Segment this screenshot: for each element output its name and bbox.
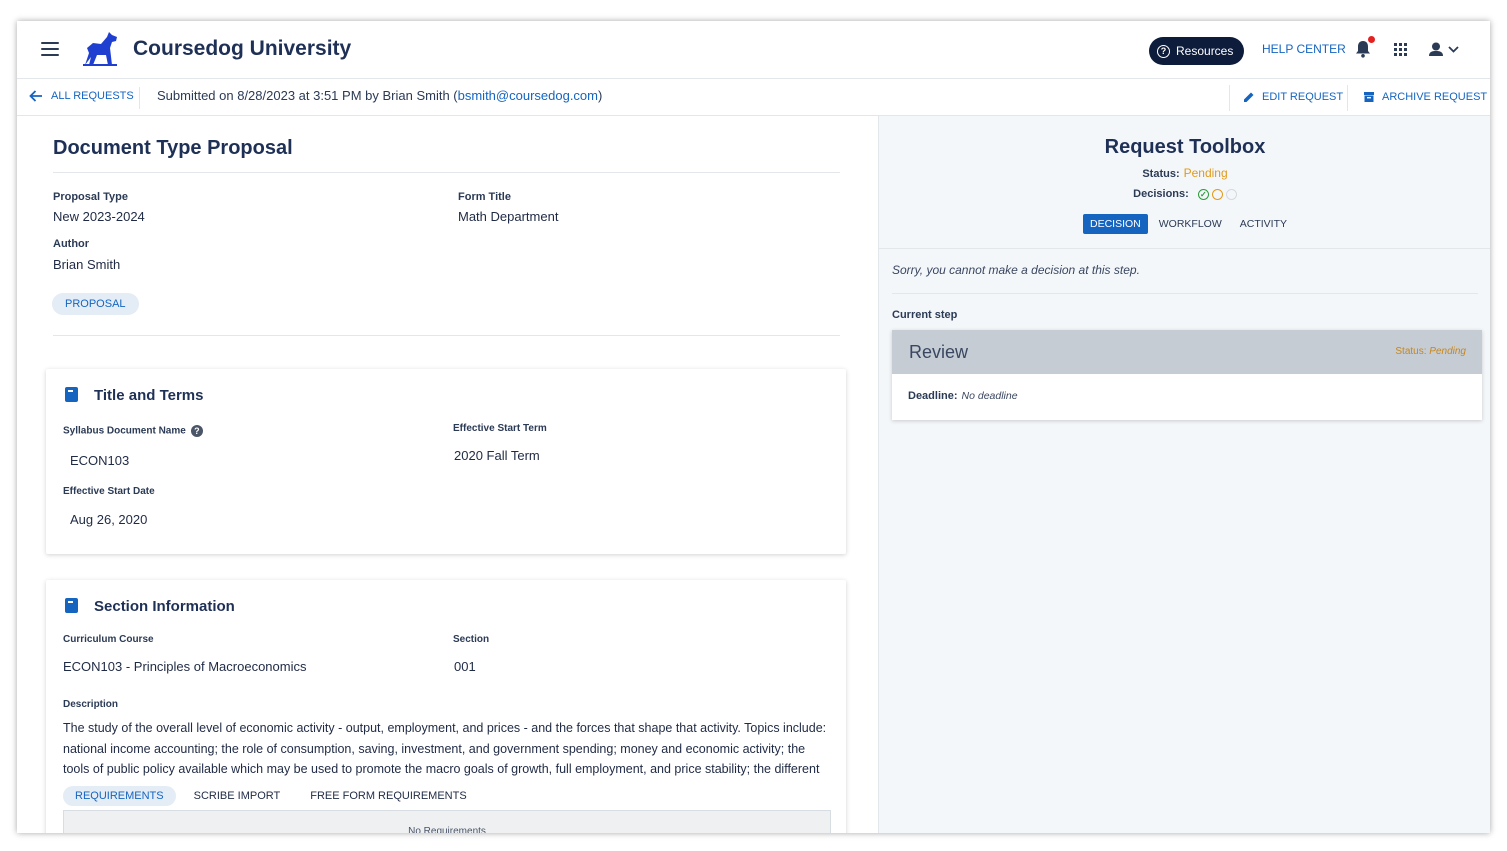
pencil-icon	[1244, 92, 1254, 102]
dog-logo-icon[interactable]	[79, 31, 121, 67]
syllabus-document-name-label: Syllabus Document Name?	[63, 425, 203, 437]
author-value: Brian Smith	[53, 257, 121, 272]
field-label-text: Syllabus Document Name	[63, 425, 186, 437]
book-icon	[65, 387, 78, 402]
all-requests-label: ALL REQUESTS	[51, 90, 134, 102]
bell-icon	[1356, 41, 1370, 58]
divider	[892, 293, 1478, 294]
effective-start-date-label: Effective Start Date	[63, 486, 155, 497]
divider	[1347, 85, 1348, 111]
curriculum-course-value: ECON103 - Principles of Macroeconomics	[63, 659, 307, 674]
curriculum-course-label: Curriculum Course	[63, 634, 154, 645]
proposal-tag: PROPOSAL	[52, 293, 139, 315]
resources-label: Resources	[1176, 44, 1234, 58]
question-icon: ?	[1157, 44, 1170, 58]
step-header: Review Status: Pending	[892, 330, 1482, 374]
tab-requirements[interactable]: REQUIREMENTS	[63, 786, 176, 806]
no-requirements-panel: No Requirements	[63, 810, 831, 833]
deadline-value: No deadline	[961, 390, 1018, 402]
app-window: Coursedog University ? Resources HELP CE…	[17, 21, 1490, 833]
arrow-left-icon	[29, 90, 42, 102]
step-name: Review	[909, 342, 969, 362]
step-status-value: Pending	[1429, 346, 1466, 357]
divider	[53, 335, 840, 336]
apps-grid-icon[interactable]	[1394, 43, 1407, 56]
submission-text: Submitted on 8/28/2023 at 3:51 PM by Bri…	[157, 88, 458, 103]
section-label: Section	[453, 634, 490, 645]
proposal-pane: Document Type Proposal Proposal Type New…	[17, 116, 878, 833]
status-row: Status: Pending	[879, 166, 1490, 180]
menu-icon[interactable]	[41, 42, 59, 56]
archive-icon	[1364, 92, 1374, 102]
request-subbar: ALL REQUESTS Submitted on 8/28/2023 at 3…	[17, 79, 1490, 116]
status-value: Pending	[1183, 166, 1228, 180]
deadline-label: Deadline:	[908, 390, 958, 402]
decision-message: Sorry, you cannot make a decision at thi…	[892, 263, 1140, 277]
effective-start-term-label: Effective Start Term	[453, 423, 547, 434]
proposal-type-value: New 2023-2024	[53, 209, 145, 224]
effective-start-date-value: Aug 26, 2020	[70, 512, 148, 527]
brand-name: Coursedog University	[133, 37, 352, 60]
submitter-email-link[interactable]: bsmith@coursedog.com	[458, 88, 598, 103]
current-step-card: Review Status: Pending Deadline: No deadl…	[892, 330, 1482, 420]
page-title: Document Type Proposal	[53, 137, 293, 159]
all-requests-link[interactable]: ALL REQUESTS	[29, 90, 134, 102]
form-title-value: Math Department	[458, 209, 559, 224]
help-center-link[interactable]: HELP CENTER	[1262, 42, 1346, 56]
book-icon	[65, 598, 78, 613]
toolbox-title: Request Toolbox	[1104, 136, 1266, 158]
tab-scribe-import[interactable]: SCRIBE IMPORT	[182, 786, 293, 806]
submission-suffix: )	[598, 88, 603, 103]
user-menu-icon[interactable]	[1429, 42, 1463, 58]
approved-check-icon: ✓	[1197, 188, 1209, 200]
divider	[139, 87, 140, 109]
pending-circle-icon	[1211, 188, 1223, 200]
title-and-terms-card: Title and Terms Syllabus Document Name? …	[46, 369, 846, 554]
tab-activity[interactable]: ACTIVITY	[1233, 214, 1294, 234]
edit-request-label: EDIT REQUEST	[1262, 91, 1344, 103]
description-value: The study of the overall level of econom…	[63, 721, 827, 776]
notifications-button[interactable]	[1355, 36, 1375, 58]
top-bar: Coursedog University ? Resources HELP CE…	[17, 21, 1490, 79]
divider	[53, 172, 840, 173]
card-title: Section Information	[94, 598, 235, 615]
proposal-type-label: Proposal Type	[53, 191, 128, 203]
form-title-label: Form Title	[458, 191, 511, 203]
decisions-label: Decisions:	[1133, 188, 1189, 200]
toolbox-tabs: DECISION WORKFLOW ACTIVITY	[1083, 214, 1294, 234]
section-value: 001	[454, 659, 476, 674]
deadline-row: Deadline: No deadline	[908, 390, 1018, 402]
divider	[879, 248, 1490, 249]
effective-start-term-value: 2020 Fall Term	[454, 448, 540, 463]
archive-request-label: ARCHIVE REQUEST	[1382, 91, 1488, 103]
empty-circle-icon	[1225, 188, 1237, 200]
notification-dot	[1368, 36, 1375, 43]
submission-info: Submitted on 8/28/2023 at 3:51 PM by Bri…	[157, 88, 602, 103]
section-information-card: Section Information Curriculum Course EC…	[46, 580, 846, 833]
current-step-label: Current step	[892, 309, 958, 321]
archive-request-button[interactable]: ARCHIVE REQUEST	[1363, 91, 1487, 103]
request-toolbox-pane: Request Toolbox Status: Pending Decisions…	[878, 116, 1490, 833]
card-title: Title and Terms	[94, 387, 204, 404]
resources-button[interactable]: ? Resources	[1149, 37, 1244, 65]
author-label: Author	[53, 238, 90, 250]
status-label: Status:	[1142, 168, 1180, 180]
decisions-row: Decisions: ✓	[879, 188, 1490, 200]
edit-request-button[interactable]: EDIT REQUEST	[1243, 91, 1343, 103]
tab-free-form-requirements[interactable]: FREE FORM REQUIREMENTS	[298, 786, 478, 806]
step-status: Status: Pending	[1395, 346, 1466, 357]
help-icon[interactable]: ?	[190, 425, 203, 437]
requirements-tabs: REQUIREMENTS SCRIBE IMPORT FREE FORM REQ…	[63, 786, 479, 806]
tab-decision[interactable]: DECISION	[1083, 214, 1148, 234]
description-label: Description	[63, 699, 119, 710]
tab-workflow[interactable]: WORKFLOW	[1152, 214, 1229, 234]
step-status-label: Status:	[1395, 346, 1427, 357]
divider	[1229, 85, 1230, 111]
syllabus-document-name-value: ECON103	[70, 453, 130, 468]
